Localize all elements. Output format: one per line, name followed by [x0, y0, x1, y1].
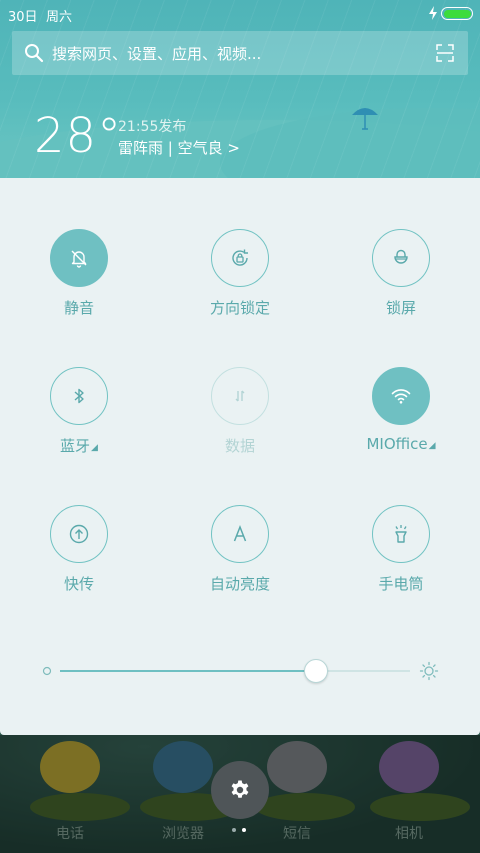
search-icon: [25, 44, 44, 63]
weather-publish-time: 21:55发布: [118, 119, 187, 135]
toggle-bluetooth-text: 蓝牙: [60, 437, 91, 455]
toggle-wifi-circle[interactable]: [372, 367, 430, 425]
wifi-icon: [391, 389, 411, 404]
status-weekday: 周六: [46, 10, 73, 25]
bluetooth-icon: [74, 388, 84, 404]
status-date: 30日: [8, 10, 38, 25]
toggle-flashlight[interactable]: 手电筒: [341, 505, 461, 615]
toggle-silent-label: 静音: [63, 299, 94, 317]
quick-settings-panel: 静音 方向锁定 锁屏 蓝牙◢ 数据 MIOffice◢ 快传 自动亮度 手电筒: [0, 178, 480, 735]
auto-brightness-icon: [233, 524, 247, 542]
umbrella-icon: [352, 108, 378, 130]
toggle-wifi[interactable]: MIOffice◢: [341, 367, 461, 477]
toggle-auto-brightness[interactable]: 自动亮度: [180, 505, 300, 615]
toggle-auto-brightness-circle[interactable]: [211, 505, 269, 563]
toggle-quick-transfer[interactable]: 快传: [19, 505, 139, 615]
toggle-silent-circle[interactable]: [50, 229, 108, 287]
dropdown-triangle-icon[interactable]: ◢: [91, 443, 98, 453]
brightness-slider-fill: [60, 670, 316, 672]
toggle-quick-transfer-circle[interactable]: [50, 505, 108, 563]
brightness-slider[interactable]: [60, 659, 410, 683]
toggle-lock-screen-label: 锁屏: [385, 299, 416, 317]
brightness-high-icon: [419, 661, 439, 681]
upload-icon: [69, 524, 89, 544]
toggle-data[interactable]: 数据: [180, 367, 300, 477]
flashlight-icon: [395, 525, 407, 543]
rotation-lock-icon: [232, 249, 248, 266]
scan-icon[interactable]: [436, 44, 454, 62]
toggle-flashlight-circle[interactable]: [372, 505, 430, 563]
dropdown-triangle-icon[interactable]: ◢: [429, 441, 436, 451]
toggle-wifi-text: MIOffice: [366, 435, 428, 453]
weather-header: 30日 周六 搜索网页、设置、应用、视频... 28° 21:55发布 雷阵雨 …: [0, 0, 480, 178]
toggle-silent[interactable]: 静音: [19, 229, 139, 339]
toggle-quick-transfer-label: 快传: [63, 575, 94, 593]
charging-icon: [429, 6, 437, 20]
brightness-slider-thumb[interactable]: [303, 659, 328, 683]
temperature[interactable]: 28°: [34, 108, 122, 164]
page-indicator: [232, 828, 252, 834]
toggle-rotation-lock-circle[interactable]: [211, 229, 269, 287]
toggle-data-circle[interactable]: [211, 367, 269, 425]
toggle-lock-screen[interactable]: 锁屏: [341, 229, 461, 339]
bell-off-icon: [71, 250, 87, 268]
toggle-bluetooth-label: 蓝牙◢: [19, 435, 139, 456]
toggle-lock-screen-circle[interactable]: [372, 229, 430, 287]
search-bar[interactable]: 搜索网页、设置、应用、视频...: [12, 31, 468, 75]
page-dot-active: [242, 828, 246, 832]
toggle-bluetooth[interactable]: 蓝牙◢: [19, 367, 139, 477]
toggle-auto-brightness-label: 自动亮度: [209, 575, 270, 593]
gear-icon: [231, 780, 249, 798]
toggle-rotation-lock-label: 方向锁定: [209, 299, 270, 317]
toggle-rotation-lock[interactable]: 方向锁定: [180, 229, 300, 339]
search-input[interactable]: 搜索网页、设置、应用、视频...: [52, 43, 261, 64]
toggle-wifi-label: MIOffice◢: [341, 435, 461, 453]
battery-level: [443, 9, 471, 18]
toggle-data-label: 数据: [224, 437, 255, 455]
settings-button[interactable]: [211, 761, 269, 819]
status-bar: 30日 周六: [0, 0, 480, 28]
weather-description-link[interactable]: 雷阵雨 | 空气良 >: [118, 137, 240, 158]
brightness-low-icon: [42, 666, 52, 676]
battery-icon: [441, 7, 473, 20]
lock-icon: [394, 249, 408, 264]
data-icon: [235, 390, 245, 402]
toggle-bluetooth-circle[interactable]: [50, 367, 108, 425]
page-dot: [232, 828, 236, 832]
toggle-flashlight-label: 手电筒: [378, 575, 424, 593]
